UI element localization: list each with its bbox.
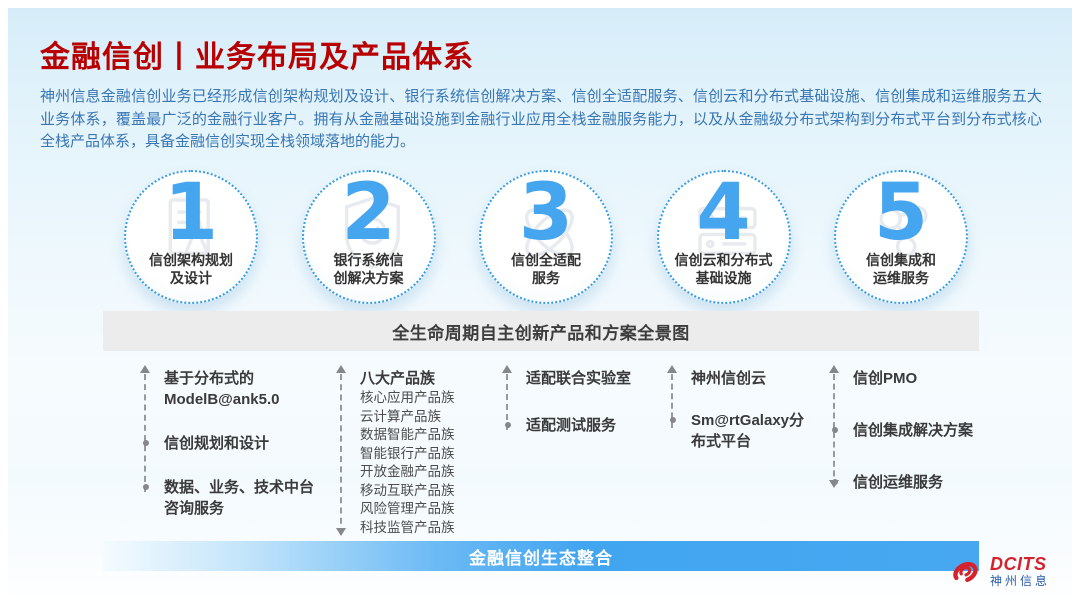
step-number: 1 (164, 178, 218, 250)
column-cloud-platform: 神州信创云 Sm@rtGalaxy分 布式平台 (671, 368, 851, 473)
step-number: 4 (696, 178, 750, 250)
list-item: 云计算产品族 (360, 408, 515, 427)
step-number: 5 (874, 178, 928, 250)
list-item: 核心应用产品族 (360, 389, 515, 408)
arrow-down-icon (336, 528, 346, 536)
step-label: 信创架构规划 及设计 (149, 251, 233, 287)
arrow-up-icon (140, 365, 150, 373)
list-item: 开放金融产品族 (360, 463, 515, 482)
list-item: Sm@rtGalaxy分 布式平台 (691, 410, 851, 452)
step-circle-5: 5 信创集成和 运维服务 (834, 170, 968, 304)
column-adaptation: 适配联合实验室 适配测试服务 (506, 368, 681, 462)
panorama-banner: 全生命周期自主创新产品和方案全景图 (103, 311, 979, 351)
list-item: 基于分布式的 ModelB@ank5.0 (164, 368, 349, 410)
step-circle-3: 3 信创全适配 服务 (479, 170, 613, 304)
step-label: 信创云和分布式 基础设施 (675, 251, 773, 287)
dcits-swirl-icon (944, 551, 984, 591)
column-product-families: 八大产品族 核心应用产品族 云计算产品族 数据智能产品族 智能银行产品族 开放金… (340, 368, 515, 537)
step-number: 3 (519, 178, 573, 250)
step-number: 2 (341, 178, 395, 250)
list-item: 适配测试服务 (526, 415, 681, 436)
logo-brand: DCITS (990, 555, 1047, 573)
step-label: 信创全适配 服务 (511, 251, 581, 287)
list-item: 数据智能产品族 (360, 426, 515, 445)
logo-company: 神州信息 (990, 575, 1050, 587)
logo-text: DCITS 神州信息 (990, 555, 1050, 587)
company-logo: DCITS 神州信息 (944, 551, 1050, 591)
list-item: 信创集成解决方案 (853, 420, 1023, 441)
list-item: 信创PMO (853, 368, 1023, 389)
list-header: 八大产品族 (360, 368, 515, 389)
list-item: 数据、业务、技术中台 咨询服务 (164, 477, 349, 519)
business-steps-row: 1 信创架构规划 及设计 2 银行系统信 创解决方案 3 信创全适配 服务 (124, 170, 968, 308)
arrow-up-icon (829, 365, 839, 373)
list-item: 信创运维服务 (853, 472, 1023, 493)
column-architecture: 基于分布式的 ModelB@ank5.0 信创规划和设计 数据、业务、技术中台 … (144, 368, 349, 542)
list-item: 神州信创云 (691, 368, 851, 389)
arrow-up-icon (502, 365, 512, 373)
list-item: 智能银行产品族 (360, 445, 515, 464)
step-label: 银行系统信 创解决方案 (334, 251, 404, 287)
list-item: 信创规划和设计 (164, 433, 349, 454)
list-item: 移动互联产品族 (360, 482, 515, 501)
step-circle-2: 2 银行系统信 创解决方案 (302, 170, 436, 304)
intro-paragraph: 神州信息金融信创业务已经形成信创架构规划及设计、银行系统信创解决方案、信创全适配… (40, 86, 1042, 154)
ecosystem-banner: 金融信创生态整合 (103, 541, 979, 571)
page-title: 金融信创丨业务布局及产品体系 (40, 32, 474, 76)
list-item: 适配联合实验室 (526, 368, 681, 389)
dashed-line (144, 374, 146, 492)
arrow-up-icon (336, 365, 346, 373)
slide: 金融信创丨业务布局及产品体系 神州信息金融信创业务已经形成信创架构规划及设计、银… (8, 8, 1072, 597)
list-item: 风险管理产品族 (360, 500, 515, 519)
list-item: 科技监管产品族 (360, 519, 515, 538)
column-integration-ops: 信创PMO 信创集成解决方案 信创运维服务 (833, 368, 1023, 524)
step-circle-4: 4 信创云和分布式 基础设施 (657, 170, 791, 304)
step-label: 信创集成和 运维服务 (866, 251, 936, 287)
dashed-line (340, 374, 342, 534)
arrow-up-icon (667, 365, 677, 373)
step-circle-1: 1 信创架构规划 及设计 (124, 170, 258, 304)
